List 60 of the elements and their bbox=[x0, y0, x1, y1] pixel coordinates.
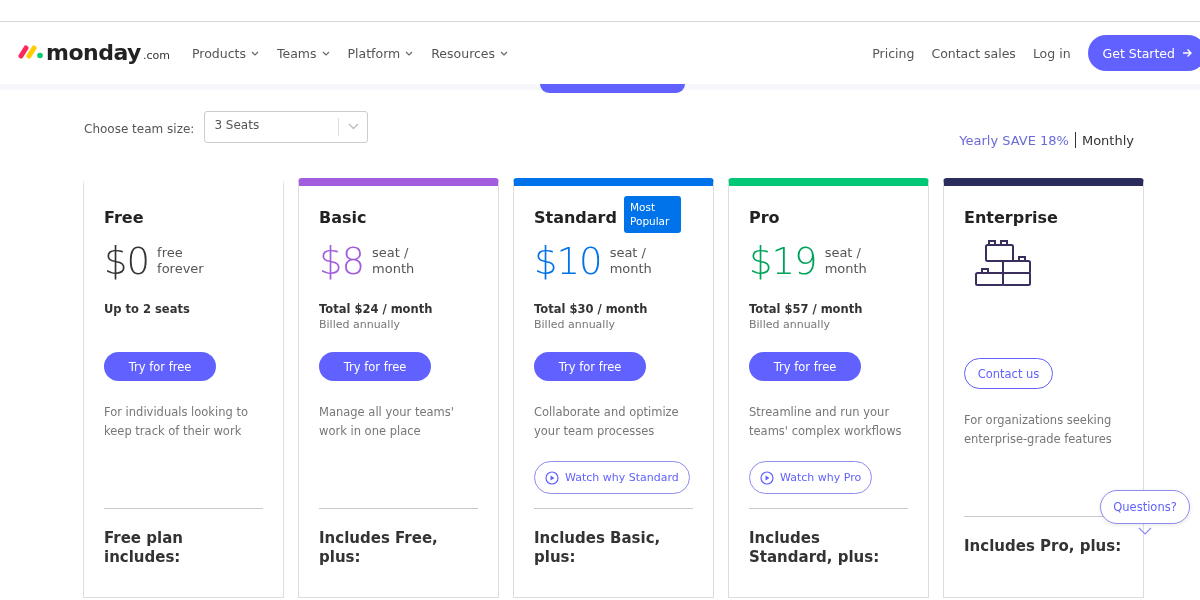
plan-includes-heading: Includes Pro, plus: bbox=[964, 537, 1123, 556]
nav-link[interactable]: Log in bbox=[1032, 45, 1071, 61]
plan-total: Total $30 / month bbox=[534, 302, 649, 316]
plan-description: For organizations seeking enterprise-grade features bbox=[964, 412, 1113, 448]
play-icon bbox=[760, 470, 774, 485]
questions-button[interactable]: Questions? bbox=[1100, 490, 1190, 524]
contact-us-button[interactable]: Contact us bbox=[964, 358, 1053, 389]
try-free-button[interactable]: Try for free bbox=[749, 352, 861, 381]
logo-text[interactable]: monday bbox=[46, 42, 141, 64]
watch-video-button[interactable]: Watch why Standard bbox=[534, 461, 690, 494]
get-started-button[interactable]: Get Started bbox=[1087, 35, 1200, 71]
plan-name: Free bbox=[104, 208, 144, 227]
nav-menu[interactable]: Products bbox=[191, 45, 259, 61]
try-free-button[interactable]: Try for free bbox=[319, 352, 431, 381]
plan-description: Collaborate and optimize your team processes bbox=[534, 404, 680, 440]
plan-description: Manage all your teams' work in one place bbox=[319, 404, 455, 440]
logo-suffix: .com bbox=[142, 49, 170, 62]
plan-description: For individuals looking to keep track of their work bbox=[104, 404, 249, 440]
try-free-button[interactable]: Try for free bbox=[104, 352, 216, 381]
chevron-down-icon bbox=[348, 123, 360, 130]
nav-menu[interactable]: Resources bbox=[431, 45, 509, 61]
plan-price: $19 bbox=[749, 239, 817, 283]
plan-total: Total $24 / month bbox=[319, 302, 434, 316]
play-icon bbox=[545, 470, 559, 485]
plan-includes-heading: Free plan includes: bbox=[104, 529, 184, 567]
price-unit: free forever bbox=[157, 245, 205, 277]
billing-note: Billed annually bbox=[749, 318, 831, 331]
billing-note: Billed annually bbox=[534, 318, 616, 331]
nav-link[interactable]: Pricing bbox=[872, 45, 915, 61]
plan-price: $8 bbox=[319, 239, 365, 283]
billing-option[interactable]: Monthly bbox=[1081, 132, 1134, 148]
billing-note: Billed annually bbox=[319, 318, 401, 331]
plan-includes-heading: Includes Free, plus: bbox=[319, 529, 439, 567]
price-unit: seat / month bbox=[372, 245, 416, 277]
price-unit: seat / month bbox=[609, 245, 653, 277]
plan-includes-heading: Includes Standard, plus: bbox=[749, 529, 881, 567]
plan-includes-heading: Includes Basic, plus: bbox=[534, 529, 662, 567]
blocks-icon bbox=[974, 238, 1032, 286]
plan-price: $10 bbox=[534, 239, 602, 283]
team-size-label: Choose team size: bbox=[84, 122, 195, 136]
team-size-select[interactable]: 3 Seats bbox=[204, 110, 369, 143]
logo-icon bbox=[18, 45, 44, 59]
nav-link[interactable]: Contact sales bbox=[931, 45, 1016, 61]
plan-name: Enterprise bbox=[964, 208, 1058, 227]
chevron-down-icon bbox=[1138, 527, 1152, 535]
plan-name: Pro bbox=[749, 208, 780, 227]
nav-menu[interactable]: Teams bbox=[276, 45, 330, 61]
plan-name: Standard bbox=[534, 208, 617, 227]
plan-total: Total $57 / month bbox=[749, 302, 864, 316]
plan-total: Up to 2 seats bbox=[104, 302, 191, 316]
nav-menu[interactable]: Platform bbox=[347, 45, 414, 61]
plan-price: $0 bbox=[104, 239, 150, 283]
watch-video-button[interactable]: Watch why Pro bbox=[749, 461, 873, 494]
arrow-right-icon bbox=[1182, 48, 1192, 58]
price-unit: seat / month bbox=[824, 245, 868, 277]
plan-description: Streamline and run your teams' complex workflows bbox=[749, 404, 903, 440]
try-free-button[interactable]: Try for free bbox=[534, 352, 646, 381]
billing-option[interactable]: Yearly SAVE 18% bbox=[959, 132, 1069, 148]
most-popular-badge: Most Popular bbox=[624, 196, 681, 233]
plan-name: Basic bbox=[319, 208, 367, 227]
